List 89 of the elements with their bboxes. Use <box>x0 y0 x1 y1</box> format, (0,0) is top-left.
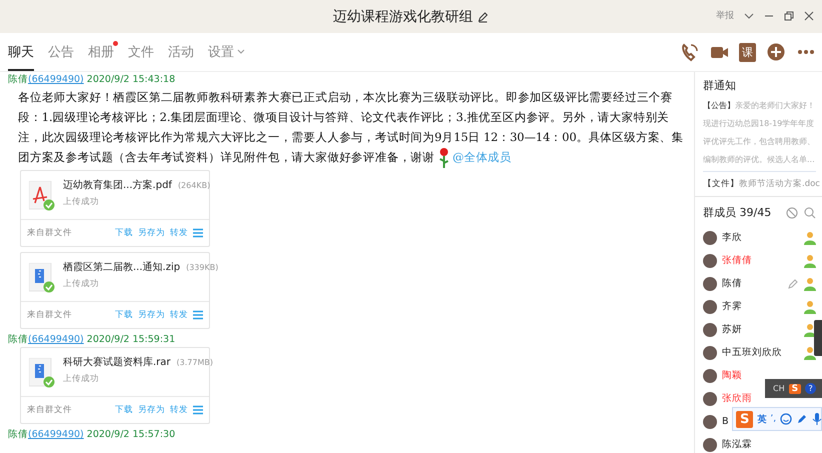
avatar <box>703 368 717 382</box>
file-action-link[interactable]: 另存为 <box>138 309 165 322</box>
message-time: 2020/9/2 15:59:31 <box>86 334 176 346</box>
avatar <box>703 392 717 406</box>
pen-icon[interactable] <box>796 413 808 425</box>
tab[interactable]: 聊天 <box>8 34 34 70</box>
avatar <box>703 230 717 244</box>
chevron-down-icon <box>237 48 245 54</box>
microphone-icon[interactable] <box>812 413 822 425</box>
tab[interactable]: 设置 <box>208 34 245 70</box>
file-action-link[interactable]: 另存为 <box>138 227 165 240</box>
member-filter-icon[interactable] <box>786 206 798 218</box>
file-size: (3.77MB) <box>176 358 213 368</box>
archive-file-icon <box>29 358 55 388</box>
pencil-icon <box>477 10 489 22</box>
rose-icon <box>436 147 451 170</box>
file-source: 来自群文件 <box>27 309 72 322</box>
file-name: 栖霞区第二届教...通知.zip <box>63 260 180 274</box>
archive-file-icon <box>29 263 55 294</box>
search-icon[interactable] <box>804 206 816 218</box>
mention-link[interactable]: @全体成员 <box>452 150 512 164</box>
member-name[interactable]: 张欣雨 <box>722 392 752 405</box>
plus-icon[interactable] <box>766 42 786 62</box>
file-source: 来自群文件 <box>27 227 72 240</box>
phone-icon[interactable] <box>679 42 699 62</box>
ime-logo: S <box>736 410 754 428</box>
upload-status: 上传成功 <box>63 196 100 208</box>
file-action-link[interactable]: 下载 <box>115 309 133 322</box>
member-name[interactable]: 中五班刘欣欣 <box>722 346 782 359</box>
member-name[interactable]: 齐霁 <box>722 300 742 313</box>
help-button[interactable]: ? <box>805 383 816 394</box>
avatar <box>703 276 717 290</box>
file-action-link[interactable]: 转发 <box>170 227 188 240</box>
sender-id-link[interactable]: (66499490) <box>28 429 84 440</box>
menu-icon[interactable] <box>193 405 203 416</box>
menu-icon[interactable] <box>193 310 203 320</box>
avatar <box>703 300 717 314</box>
avatar <box>703 322 717 336</box>
avatar <box>703 414 717 428</box>
file-size: (264KB) <box>178 181 210 190</box>
message-text: 各位老师大家好！栖霞区第二届教师教科研素养大赛已正式启动，本次比赛为三级联动评比。即参加区级评比需要经过三个赛段：1.园级理论考核评比；2.集团层面理论、微项目设计与答辩、论文代表作评比；3.推优至区内参评。另外，请大家特别关注，此次园级理论考核评比作为常规六大评比之一，需要人人参与，考试时间为9月15日 12：30—14：00。具体区级方案、集团方案及参考试题（含去年考试资料）详见附件包，请大家做好参评准备，谢谢 @全体成员 <box>18 87 688 170</box>
member-name[interactable]: 陈倩 <box>722 277 742 290</box>
smiley-icon[interactable] <box>780 413 792 425</box>
member-name[interactable]: 陈泓霖 <box>722 438 752 451</box>
menu-icon[interactable] <box>193 228 203 238</box>
close-icon[interactable] <box>804 10 814 20</box>
avatar <box>703 346 717 360</box>
member-name[interactable]: 李欣 <box>722 231 742 244</box>
section-title: 群通知 <box>703 78 737 93</box>
avatar <box>703 254 717 268</box>
file-action-link[interactable]: 另存为 <box>138 404 165 416</box>
file-source: 来自群文件 <box>27 404 72 416</box>
chevron-down-icon[interactable] <box>744 12 754 20</box>
tab[interactable]: 公告 <box>48 34 74 70</box>
pdf-file-icon <box>29 181 55 212</box>
section-title: 群成员 39/45 <box>703 205 772 220</box>
ime-language-toggle[interactable]: CH <box>773 384 785 393</box>
file-name: 科研大赛试题资料库.rar <box>63 356 171 370</box>
member-name[interactable]: B <box>722 416 729 427</box>
avatar <box>703 438 717 452</box>
file-size: (339KB) <box>186 263 218 272</box>
sender-id-link[interactable]: (66499490) <box>28 74 84 85</box>
punctuation-toggle[interactable]: ’, <box>770 414 776 424</box>
tab[interactable]: 相册 <box>88 34 114 70</box>
file-action-link[interactable]: 下载 <box>115 404 133 416</box>
sender-id-link[interactable]: (66499490) <box>28 334 84 346</box>
upload-status: 上传成功 <box>63 373 100 386</box>
member-name[interactable]: 陶颖 <box>722 369 742 382</box>
file-action-link[interactable]: 转发 <box>170 404 188 416</box>
file-action-link[interactable]: 下载 <box>115 227 133 240</box>
ime-logo: S <box>788 384 802 394</box>
restore-icon[interactable] <box>784 10 794 20</box>
message-time: 2020/9/2 15:43:18 <box>86 74 176 85</box>
sender-name: 陈倩 <box>8 334 28 346</box>
lesson-button[interactable]: 课 <box>739 42 756 62</box>
ime-mode-toggle[interactable]: 英 <box>757 412 766 426</box>
member-name[interactable]: 张倩倩 <box>722 254 752 267</box>
window-title: 迈幼课程游戏化教研组 <box>333 8 473 26</box>
tab[interactable]: 文件 <box>128 34 154 70</box>
report-link[interactable]: 举报 <box>716 9 734 22</box>
member-name[interactable]: 苏妍 <box>722 323 742 336</box>
sender-name: 陈倩 <box>8 74 28 85</box>
file-action-link[interactable]: 转发 <box>170 309 188 322</box>
file-name: 迈幼教育集团...方案.pdf <box>63 178 172 192</box>
upload-status: 上传成功 <box>63 278 100 290</box>
message-time: 2020/9/2 15:57:30 <box>86 429 176 440</box>
sender-name: 陈倩 <box>8 429 28 440</box>
announcement-text[interactable]: 【公告】亲爱的老师们大家好！现进行迈幼总园18-19学年年度评优评先工作，包含聘用教师、编制教师的评优。候选人名单... <box>703 97 816 172</box>
tab[interactable]: 活动 <box>168 34 194 70</box>
